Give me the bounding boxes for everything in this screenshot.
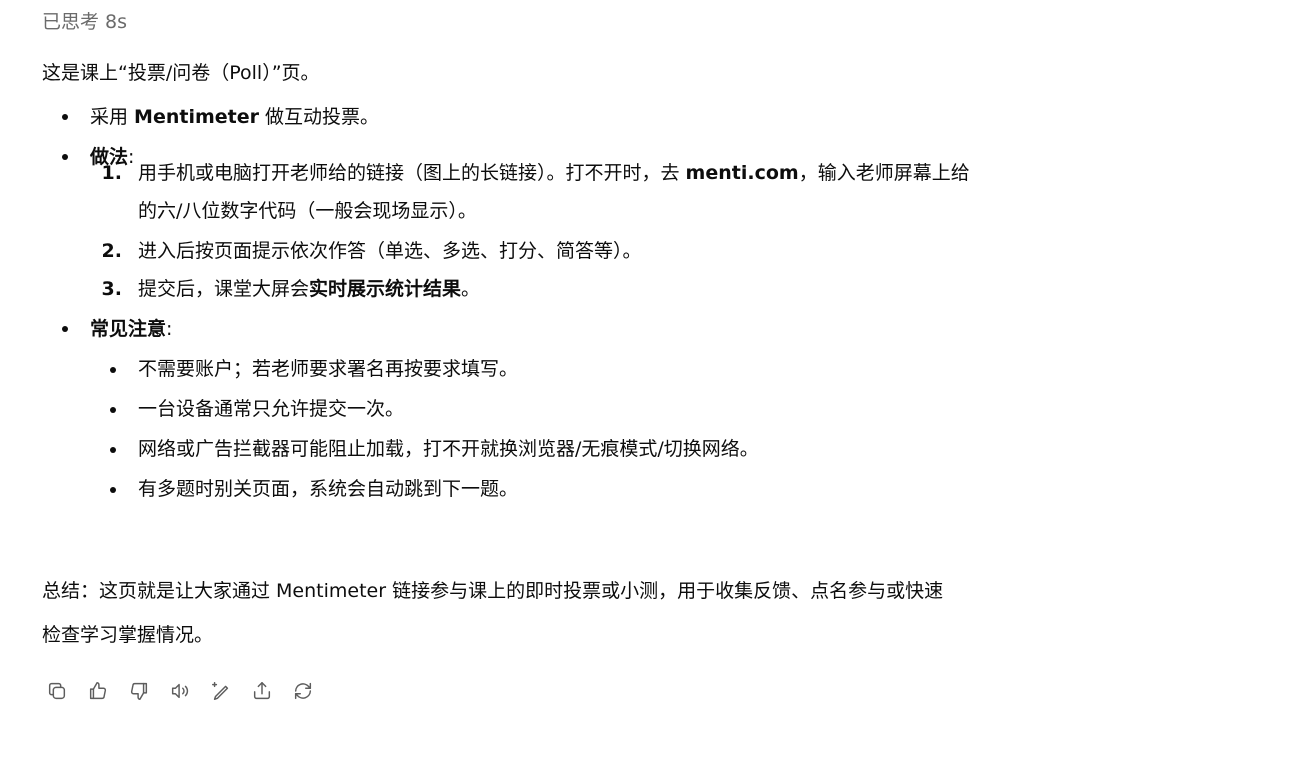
- sub-bullet-dot: [110, 367, 116, 373]
- sub-bullet-dot: [110, 487, 116, 493]
- note-item: 有多题时别关页面，系统会自动跳到下一题。: [138, 478, 519, 500]
- step-3-bold: 实时展示统计结果: [309, 278, 462, 300]
- note-item: 一台设备通常只允许提交一次。: [138, 398, 405, 420]
- step-2-text: 进入后按页面提示依次作答（单选、多选、打分、简答等）。: [138, 240, 642, 262]
- sub-bullet-dot: [110, 447, 116, 453]
- copy-button[interactable]: [44, 678, 70, 704]
- intro-text: 这是课上“投票/问卷（Poll）”页。: [42, 62, 320, 84]
- note-item: 网络或广告拦截器可能阻止加载，打不开就换浏览器/无痕模式/切换网络。: [138, 438, 759, 460]
- sub-bullet-dot: [110, 407, 116, 413]
- regenerate-button[interactable]: [290, 678, 316, 704]
- read-aloud-button[interactable]: [167, 678, 193, 704]
- bullet-tool-post: 做互动投票。: [259, 106, 380, 128]
- bullet-dot: [62, 114, 68, 120]
- thought-duration[interactable]: 已思考 8s: [42, 8, 127, 36]
- thumbs-up-icon: [89, 682, 107, 700]
- step-3-pre: 提交后，课堂大屏会: [138, 278, 310, 300]
- summary-line-1: 总结：这页就是让大家通过 Mentimeter 链接参与课上的即时投票或小测，用…: [42, 580, 944, 602]
- step-1-continued: 的六/八位数字代码（一般会现场显示）。: [138, 200, 477, 222]
- edit-button[interactable]: [208, 678, 234, 704]
- read-aloud-icon: [171, 683, 189, 699]
- copy-icon: [48, 682, 66, 700]
- thumbs-down-icon: [130, 682, 148, 700]
- step-3-post: 。: [461, 278, 481, 300]
- edit-sparkle-icon: [212, 682, 229, 700]
- thumbs-up-button[interactable]: [85, 678, 111, 704]
- colon: :: [128, 146, 135, 168]
- step-number: 2.: [101, 240, 122, 262]
- step-1-a: 用手机或电脑打开老师给的链接（图上的长链接）。打不开时，去: [138, 162, 686, 184]
- step-number: 1.: [101, 162, 122, 184]
- bullet-tool: 采用 Mentimeter 做互动投票。: [90, 102, 379, 132]
- tool-name: Mentimeter: [134, 106, 259, 128]
- menti-link-text: menti.com: [685, 162, 799, 184]
- message-actions: [44, 678, 316, 704]
- step-1-b: ，输入老师屏幕上给: [798, 162, 970, 184]
- notes-label: 常见注意: [90, 318, 167, 340]
- summary-line-2: 检查学习掌握情况。: [42, 624, 214, 646]
- notes-heading: 常见注意:: [90, 314, 172, 344]
- step-3-text: 提交后，课堂大屏会实时展示统计结果。: [138, 274, 480, 304]
- note-item: 不需要账户；若老师要求署名再按要求填写。: [138, 358, 519, 380]
- bullet-dot: [62, 326, 68, 332]
- bullet-dot: [62, 154, 68, 160]
- colon: :: [166, 318, 173, 340]
- bullet-tool-pre: 采用: [90, 106, 135, 128]
- step-number: 3.: [101, 278, 122, 300]
- step-1-text: 用手机或电脑打开老师给的链接（图上的长链接）。打不开时，去 menti.com，…: [138, 158, 970, 188]
- thumbs-down-button[interactable]: [126, 678, 152, 704]
- regenerate-icon: [294, 682, 312, 700]
- share-button[interactable]: [249, 678, 275, 704]
- share-icon: [253, 682, 271, 700]
